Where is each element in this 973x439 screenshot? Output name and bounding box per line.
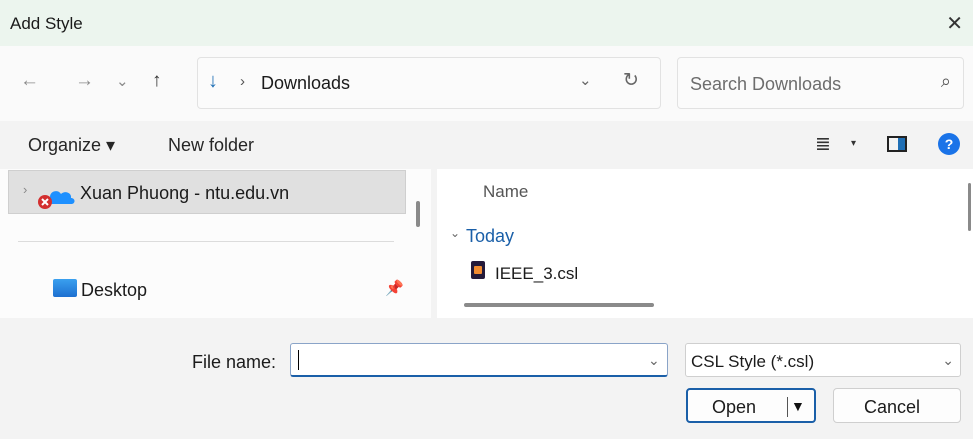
open-button[interactable]: Open ▼ [686,388,816,423]
command-bar: Organize ▾ New folder ≣ ▾ ? [0,121,973,169]
file-type-value: CSL Style (*.csl) [691,352,815,371]
column-header-name[interactable]: Name [483,182,528,202]
onedrive-icon [38,191,75,209]
title-bar: Add Style ✕ [0,0,973,46]
horizontal-scrollbar[interactable] [464,303,654,307]
group-header-today[interactable]: Today [466,226,514,247]
file-type-select[interactable]: CSL Style (*.csl) ⌄ [685,343,961,377]
vertical-scrollbar[interactable] [968,183,971,231]
file-name-label: File name: [192,352,277,372]
dialog-footer: File name: ⌄ CSL Style (*.csl) ⌄ Open ▼ … [0,318,973,439]
cancel-button[interactable]: Cancel [833,388,961,423]
chevron-down-icon[interactable]: ⌄ [450,226,460,240]
navigation-bar: ← → ⌄ ↑ ↓ › Downloads ⌄ ↻ Search Downloa… [0,46,973,121]
open-button-label: Open [712,397,757,417]
nav-item-desktop[interactable]: Desktop [81,280,147,301]
help-icon[interactable]: ? [938,133,960,155]
desktop-icon [53,279,77,297]
open-options-icon[interactable]: ▼ [791,398,805,414]
breadcrumb-downloads[interactable]: Downloads [261,73,350,94]
navigation-scrollbar[interactable] [416,201,420,227]
back-arrow-icon[interactable]: ← [20,70,39,92]
csl-file-icon [471,261,485,279]
preview-pane-icon[interactable] [887,136,907,152]
download-arrow-icon: ↓ [208,70,218,92]
up-arrow-icon[interactable]: ↑ [152,70,162,92]
file-name-field[interactable]: ⌄ [290,343,668,377]
search-box[interactable]: Search Downloads ⌕ [677,57,964,109]
view-options-icon[interactable]: ≣ [815,133,831,156]
cancel-button-label: Cancel [864,397,921,417]
split-divider [787,397,788,417]
chevron-down-icon[interactable]: ⌄ [579,71,592,89]
address-bar[interactable]: ↓ › Downloads ⌄ ↻ [197,57,661,109]
new-folder-button[interactable]: New folder [168,135,254,156]
chevron-right-icon[interactable]: › [23,182,27,197]
chevron-down-icon[interactable]: ⌄ [648,352,660,369]
close-icon[interactable]: ✕ [946,11,963,36]
view-caret-icon[interactable]: ▾ [851,138,856,149]
divider [18,241,394,242]
breadcrumb-separator: › [240,73,245,90]
refresh-icon[interactable]: ↻ [623,69,639,92]
organize-button[interactable]: Organize ▾ [28,135,115,156]
navigation-pane: › Xuan Phuong - ntu.edu.vn Desktop 📌 [0,169,431,318]
search-icon[interactable]: ⌕ [941,71,951,92]
window-title: Add Style [10,14,83,33]
search-input[interactable]: Search Downloads [690,74,841,95]
forward-arrow-icon[interactable]: → [75,70,94,92]
file-item[interactable]: IEEE_3.csl [495,264,578,284]
file-list: Name ⌄ Today IEEE_3.csl [437,169,973,318]
recent-locations-icon[interactable]: ⌄ [116,72,129,90]
nav-item-label: Xuan Phuong - ntu.edu.vn [80,183,290,203]
pin-icon: 📌 [385,280,404,297]
chevron-down-icon[interactable]: ⌄ [942,352,954,369]
text-cursor [298,350,299,370]
